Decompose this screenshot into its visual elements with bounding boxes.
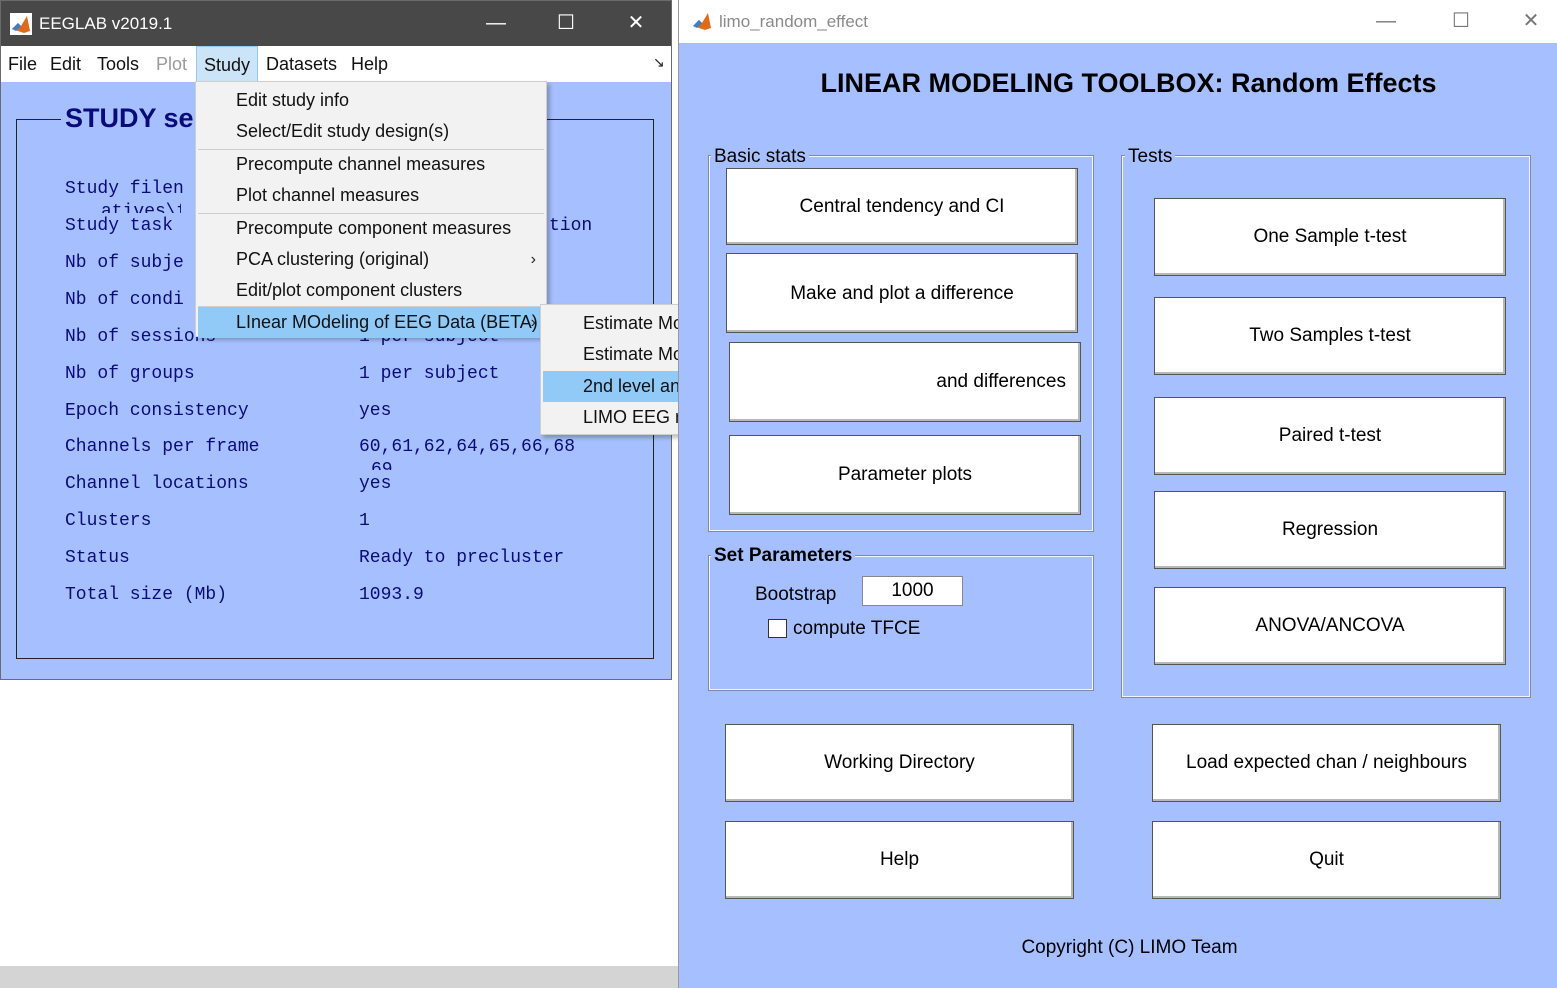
- value-channels-wrap: 69: [371, 460, 393, 470]
- menu-datasets[interactable]: Datasets: [259, 46, 344, 82]
- label-channels-per-frame: Channels per frame: [65, 437, 260, 457]
- maximize-button[interactable]: ☐: [531, 1, 601, 46]
- make-plot-difference-button[interactable]: Make and plot a difference: [726, 253, 1078, 333]
- close-button[interactable]: ✕: [1496, 0, 1557, 43]
- one-sample-ttest-button[interactable]: One Sample t-test: [1154, 198, 1506, 276]
- eeglab-titlebar[interactable]: EEGLAB v2019.1 — ☐ ✕: [1, 1, 671, 46]
- tfce-label: compute TFCE: [793, 618, 921, 639]
- value-status: Ready to precluster: [359, 548, 565, 568]
- menu-edit[interactable]: Edit: [43, 46, 88, 82]
- quit-button[interactable]: Quit: [1152, 821, 1501, 899]
- menu-tools[interactable]: Tools: [90, 46, 146, 82]
- label-clusters: Clusters: [65, 511, 152, 531]
- menu-item-select-study-design[interactable]: Select/Edit study design(s): [198, 116, 544, 147]
- two-samples-ttest-button[interactable]: Two Samples t-test: [1154, 297, 1506, 375]
- differences-button[interactable]: and differences: [729, 342, 1081, 422]
- label-epoch-consistency: Epoch consistency: [65, 401, 249, 421]
- menu-study[interactable]: Study: [196, 46, 259, 82]
- parameter-plots-button[interactable]: Parameter plots: [729, 435, 1081, 515]
- anova-ancova-button[interactable]: ANOVA/ANCOVA: [1154, 587, 1506, 665]
- chevron-right-icon: ›: [530, 314, 536, 331]
- menu-item-pca-clustering-label: PCA clustering (original): [236, 249, 430, 269]
- study-title: STUDY se: [61, 103, 198, 134]
- value-total-size: 1093.9: [359, 585, 424, 605]
- close-button[interactable]: ✕: [601, 1, 671, 46]
- value-clusters: 1: [359, 511, 370, 531]
- chevron-right-icon: ›: [530, 251, 536, 268]
- value-nb-groups: 1 per subject: [359, 364, 500, 384]
- load-expected-chan-button[interactable]: Load expected chan / neighbours: [1152, 724, 1501, 802]
- menu-file[interactable]: File: [1, 46, 44, 82]
- minimize-button[interactable]: —: [461, 1, 531, 46]
- desktop-strip: [0, 966, 678, 988]
- limo-window: limo_random_effect — ☐ ✕ LINEAR MODELING…: [678, 0, 1557, 988]
- value-epoch-consistency: yes: [359, 401, 392, 421]
- label-nb-subjects: Nb of subje: [65, 253, 184, 273]
- label-study-task: Study task: [65, 216, 174, 236]
- study-dropdown-menu: Edit study info Select/Edit study design…: [195, 81, 547, 338]
- value-channel-locations: yes: [359, 474, 392, 494]
- menu-item-limo-label: LInear MOdeling of EEG Data (BETA): [236, 312, 538, 332]
- paired-ttest-button[interactable]: Paired t-test: [1154, 397, 1506, 475]
- copyright-text: Copyright (C) LIMO Team: [1021, 937, 1238, 958]
- basic-stats-label: Basic stats: [711, 146, 809, 168]
- tests-label: Tests: [1125, 146, 1176, 168]
- menu-help[interactable]: Help: [344, 46, 395, 82]
- window-title: EEGLAB v2019.1: [39, 14, 173, 33]
- label-nb-groups: Nb of groups: [65, 364, 195, 384]
- central-tendency-button[interactable]: Central tendency and CI: [726, 168, 1078, 245]
- label-nb-conditions: Nb of condi: [65, 290, 184, 310]
- bootstrap-input[interactable]: 1000: [862, 576, 963, 606]
- eeglab-menubar: File Edit Tools Plot Study Datasets Help…: [1, 46, 671, 82]
- value-study-task: tion: [549, 216, 593, 236]
- matlab-logo-icon: [691, 10, 713, 32]
- help-button[interactable]: Help: [725, 821, 1074, 899]
- label-total-size: Total size (Mb): [65, 585, 228, 605]
- resize-corner-icon: ↘: [653, 54, 665, 70]
- overflow-text: atives\f: [101, 202, 181, 213]
- label-channel-locations: Channel locations: [65, 474, 249, 494]
- menu-item-limo[interactable]: LInear MOdeling of EEG Data (BETA) ›: [198, 307, 544, 338]
- maximize-button[interactable]: ☐: [1426, 0, 1496, 43]
- minimize-button[interactable]: —: [1351, 0, 1421, 43]
- set-parameters-label: Set Parameters: [711, 545, 856, 567]
- menu-item-precompute-channel[interactable]: Precompute channel measures: [198, 149, 544, 180]
- menu-item-plot-channel[interactable]: Plot channel measures: [198, 180, 544, 211]
- regression-button[interactable]: Regression: [1154, 491, 1506, 569]
- window-title: limo_random_effect: [719, 12, 868, 31]
- menu-item-precompute-component[interactable]: Precompute component measures: [198, 213, 544, 244]
- menu-item-edit-study-info[interactable]: Edit study info: [198, 85, 544, 116]
- working-directory-button[interactable]: Working Directory: [725, 724, 1074, 802]
- matlab-logo-icon: [10, 13, 32, 35]
- label-nb-sessions: Nb of sessions: [65, 327, 217, 347]
- value-channels-per-frame: 60,61,62,64,65,66,68: [359, 437, 576, 457]
- tfce-checkbox[interactable]: [768, 619, 787, 638]
- label-study-filename: Study filen: [65, 179, 184, 199]
- menu-item-edit-plot-clusters[interactable]: Edit/plot component clusters: [198, 275, 544, 306]
- page-title: LINEAR MODELING TOOLBOX: Random Effects: [820, 68, 1437, 98]
- limo-titlebar[interactable]: limo_random_effect — ☐ ✕: [679, 0, 1557, 43]
- menu-plot[interactable]: Plot: [149, 46, 194, 82]
- menu-item-pca-clustering[interactable]: PCA clustering (original) ›: [198, 244, 544, 275]
- bootstrap-label: Bootstrap: [755, 584, 837, 605]
- label-status: Status: [65, 548, 130, 568]
